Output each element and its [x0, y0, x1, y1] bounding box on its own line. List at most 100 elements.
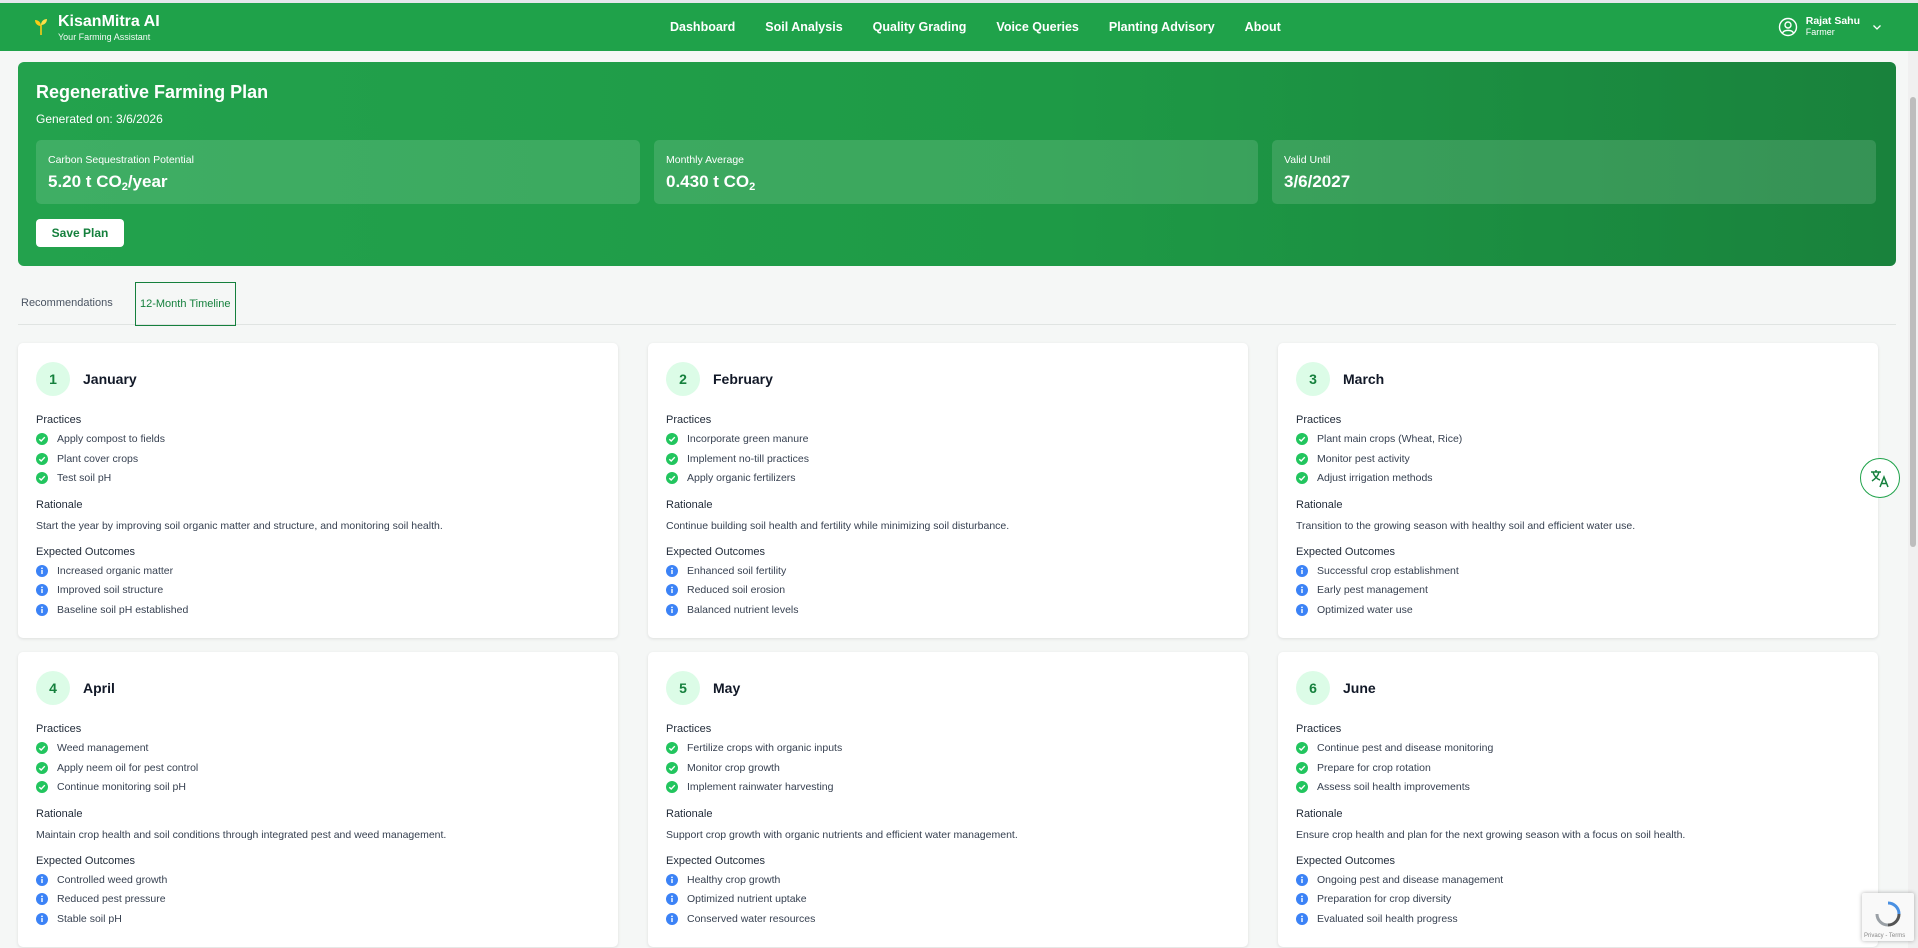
stat-value: 3/6/2027 [1284, 172, 1351, 191]
user-menu[interactable]: Rajat Sahu Farmer [1778, 15, 1882, 38]
outcome-item: Evaluated soil health progress [1296, 913, 1458, 925]
info-circle-icon [36, 604, 48, 616]
month-card-january: 1 January Practices Apply compost to fields… [18, 343, 618, 638]
rationale-heading: Rationale [666, 499, 713, 511]
practices-heading: Practices [666, 723, 712, 735]
outcome-item: Early pest management [1296, 584, 1428, 596]
tab-12-month-timeline[interactable]: 12-Month Timeline [135, 282, 236, 326]
outcome-item: Preparation for crop diversity [1296, 893, 1451, 905]
practice-item: Plant cover crops [36, 453, 138, 465]
user-name: Rajat Sahu [1805, 15, 1860, 27]
practice-item: Continue pest and disease monitoring [1296, 742, 1493, 754]
info-circle-icon [36, 913, 48, 925]
outcome-item: Controlled weed growth [36, 874, 167, 886]
stat-value: 5.20 t CO2/year [48, 172, 168, 193]
info-circle-icon [36, 584, 48, 596]
practice-item: Implement rainwater harvesting [666, 781, 833, 793]
check-circle-icon [1296, 433, 1308, 445]
recaptcha-icon [1875, 901, 1901, 927]
info-circle-icon [36, 565, 48, 577]
sprout-icon [35, 19, 47, 35]
practices-heading: Practices [1296, 414, 1342, 426]
recaptcha-links[interactable]: Privacy - Terms [1864, 933, 1905, 939]
info-circle-icon [1296, 565, 1308, 577]
practices-heading: Practices [36, 414, 82, 426]
outcome-item: Reduced soil erosion [666, 584, 785, 596]
rationale-text: Maintain crop health and soil conditions… [36, 829, 447, 841]
info-circle-icon [36, 874, 48, 886]
scrollbar-thumb[interactable] [1910, 97, 1916, 547]
rationale-heading: Rationale [1296, 499, 1343, 511]
rationale-heading: Rationale [666, 808, 713, 820]
month-card-february: 2 February Practices Incorporate green manu… [648, 343, 1248, 638]
practice-item: Monitor crop growth [666, 762, 780, 774]
save-plan-button[interactable]: Save Plan [36, 219, 124, 247]
outcome-item: Enhanced soil fertility [666, 565, 786, 577]
month-card-june: 6 June Practices Continue pest and disease … [1278, 652, 1878, 947]
outcomes-heading: Expected Outcomes [1296, 855, 1396, 867]
check-circle-icon [36, 781, 48, 793]
practice-item: Plant main crops (Wheat, Rice) [1296, 433, 1462, 445]
info-circle-icon [666, 893, 678, 905]
outcome-item: Baseline soil pH established [36, 604, 188, 616]
check-circle-icon [1296, 742, 1308, 754]
rationale-heading: Rationale [36, 499, 83, 511]
info-circle-icon [666, 604, 678, 616]
brand-subtitle: Your Farming Assistant [58, 32, 151, 42]
brand[interactable]: KisanMitra AI Your Farming Assistant [34, 13, 160, 43]
user-circle-icon [1778, 17, 1797, 36]
plan-title: Regenerative Farming Plan [36, 82, 269, 102]
outcome-item: Improved soil structure [36, 584, 163, 596]
info-circle-icon [666, 565, 678, 577]
info-circle-icon [36, 893, 48, 905]
stat-carbon-sequestration: Carbon Sequestration Potential 5.20 t CO… [36, 140, 640, 204]
translate-button[interactable] [1860, 458, 1900, 498]
check-circle-icon [666, 472, 678, 484]
info-circle-icon [666, 584, 678, 596]
practice-item: Monitor pest activity [1296, 453, 1410, 465]
outcome-item: Optimized water use [1296, 604, 1413, 616]
info-circle-icon [666, 913, 678, 925]
outcome-item: Optimized nutrient uptake [666, 893, 807, 905]
month-number-badge: 5 [666, 671, 700, 705]
month-number-badge: 6 [1296, 671, 1330, 705]
brand-title: KisanMitra AI [58, 13, 160, 30]
nav-planting-advisory[interactable]: Planting Advisory [1109, 20, 1215, 34]
outcome-item: Ongoing pest and disease management [1296, 874, 1503, 886]
outcome-item: Increased organic matter [36, 565, 173, 577]
month-number-badge: 1 [36, 362, 70, 396]
plan-header: Regenerative Farming Plan Generated on: … [18, 62, 1896, 266]
info-circle-icon [1296, 874, 1308, 886]
check-circle-icon [36, 472, 48, 484]
outcomes-heading: Expected Outcomes [36, 855, 136, 867]
check-circle-icon [666, 781, 678, 793]
rationale-text: Continue building soil health and fertil… [666, 520, 1010, 532]
nav-voice-queries[interactable]: Voice Queries [996, 20, 1078, 34]
info-circle-icon [1296, 584, 1308, 596]
practice-item: Weed management [36, 742, 148, 754]
translate-icon [1871, 470, 1889, 488]
tab-recommendations[interactable]: Recommendations [21, 282, 113, 324]
navbar: KisanMitra AI Your Farming Assistant Das… [0, 3, 1918, 51]
practices-heading: Practices [36, 723, 82, 735]
nav-quality-grading[interactable]: Quality Grading [873, 20, 967, 34]
check-circle-icon [1296, 472, 1308, 484]
month-card-march: 3 March Practices Plant main crops (Wheat, … [1278, 343, 1878, 638]
outcome-item: Successful crop establishment [1296, 565, 1459, 577]
month-card-april: 4 April Practices Weed management Apply neem… [18, 652, 618, 947]
nav-dashboard[interactable]: Dashboard [670, 20, 735, 34]
rationale-text: Transition to the growing season with he… [1296, 520, 1636, 532]
check-circle-icon [666, 433, 678, 445]
nav-soil-analysis[interactable]: Soil Analysis [765, 20, 842, 34]
outcome-item: Balanced nutrient levels [666, 604, 799, 616]
outcomes-heading: Expected Outcomes [36, 546, 136, 558]
nav-about[interactable]: About [1245, 20, 1281, 34]
practice-item: Prepare for crop rotation [1296, 762, 1431, 774]
recaptcha-badge[interactable]: Privacy - Terms [1862, 893, 1914, 941]
check-circle-icon [36, 433, 48, 445]
rationale-heading: Rationale [36, 808, 83, 820]
month-number-badge: 4 [36, 671, 70, 705]
rationale-text: Start the year by improving soil organic… [36, 520, 443, 532]
stat-label: Monthly Average [666, 154, 745, 166]
practice-item: Apply compost to fields [36, 433, 165, 445]
